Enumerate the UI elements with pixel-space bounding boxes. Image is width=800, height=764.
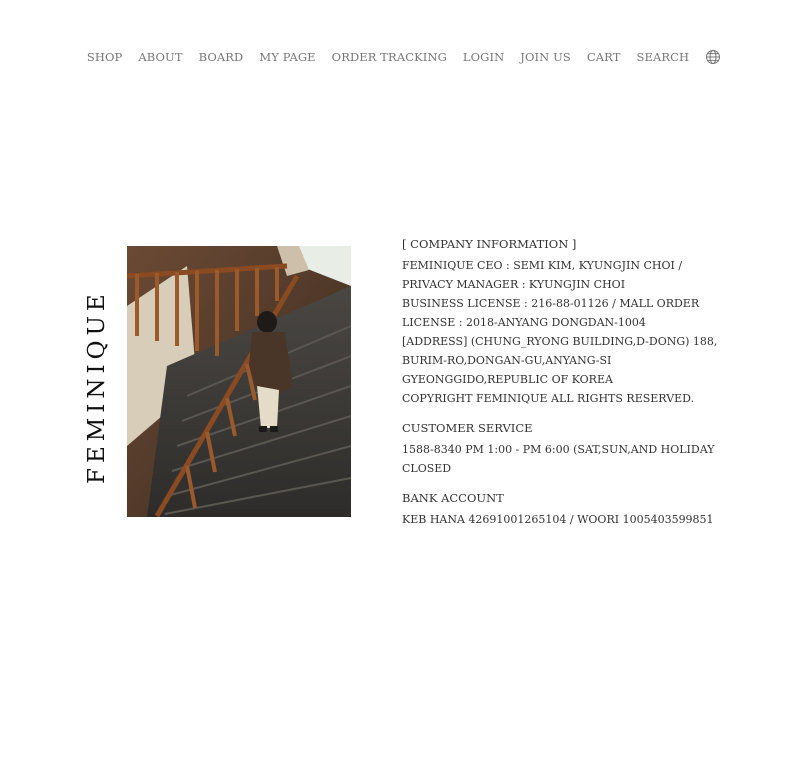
bank-account-section: BANK ACCOUNT KEB HANA 42691001265104 / W… bbox=[402, 489, 732, 529]
nav-login-link[interactable]: LOGIN bbox=[463, 50, 504, 64]
customer-service-hours: 1588-8340 PM 1:00 - PM 6:00 (SAT,SUN,AND… bbox=[402, 443, 715, 475]
nav-search-link[interactable]: SEARCH bbox=[636, 50, 689, 64]
nav-shop-link[interactable]: SHOP bbox=[87, 50, 122, 64]
business-license-line: BUSINESS LICENSE : 216-88-01126 / MALL O… bbox=[402, 297, 700, 329]
customer-service-section: CUSTOMER SERVICE 1588-8340 PM 1:00 - PM … bbox=[402, 419, 732, 478]
page: SHOP ABOUT BOARD MY PAGE ORDER TRACKING … bbox=[0, 0, 800, 764]
company-info: [ COMPANY INFORMATION ] FEMINIQUE CEO : … bbox=[402, 235, 732, 529]
globe-icon[interactable] bbox=[705, 49, 721, 65]
bank-account-numbers: KEB HANA 42691001265104 / WOORI 10054035… bbox=[402, 513, 714, 526]
customer-service-heading: CUSTOMER SERVICE bbox=[402, 421, 533, 435]
nav-order-tracking-link[interactable]: ORDER TRACKING bbox=[332, 50, 447, 64]
nav-my-page-link[interactable]: MY PAGE bbox=[259, 50, 315, 64]
staircase-photo bbox=[127, 246, 351, 517]
nav-join-us-link[interactable]: JOIN US bbox=[520, 50, 571, 64]
address-line: [ADDRESS] (CHUNG_RYONG BUILDING,D-DONG) … bbox=[402, 335, 718, 386]
nav-board-link[interactable]: BOARD bbox=[199, 50, 244, 64]
company-ceo-line: FEMINIQUE CEO : SEMI KIM, KYUNGJIN CHOI … bbox=[402, 259, 683, 291]
brand-logo-text: FEMINIQUE bbox=[84, 289, 110, 484]
brand-logo[interactable]: FEMINIQUE bbox=[57, 289, 110, 484]
company-info-heading: [ COMPANY INFORMATION ] bbox=[402, 237, 577, 251]
top-navigation: SHOP ABOUT BOARD MY PAGE ORDER TRACKING … bbox=[0, 49, 800, 65]
nav-cart-link[interactable]: CART bbox=[587, 50, 621, 64]
bank-account-heading: BANK ACCOUNT bbox=[402, 491, 504, 505]
copyright-line: COPYRIGHT FEMINIQUE ALL RIGHTS RESERVED. bbox=[402, 392, 695, 405]
nav-about-link[interactable]: ABOUT bbox=[138, 50, 182, 64]
